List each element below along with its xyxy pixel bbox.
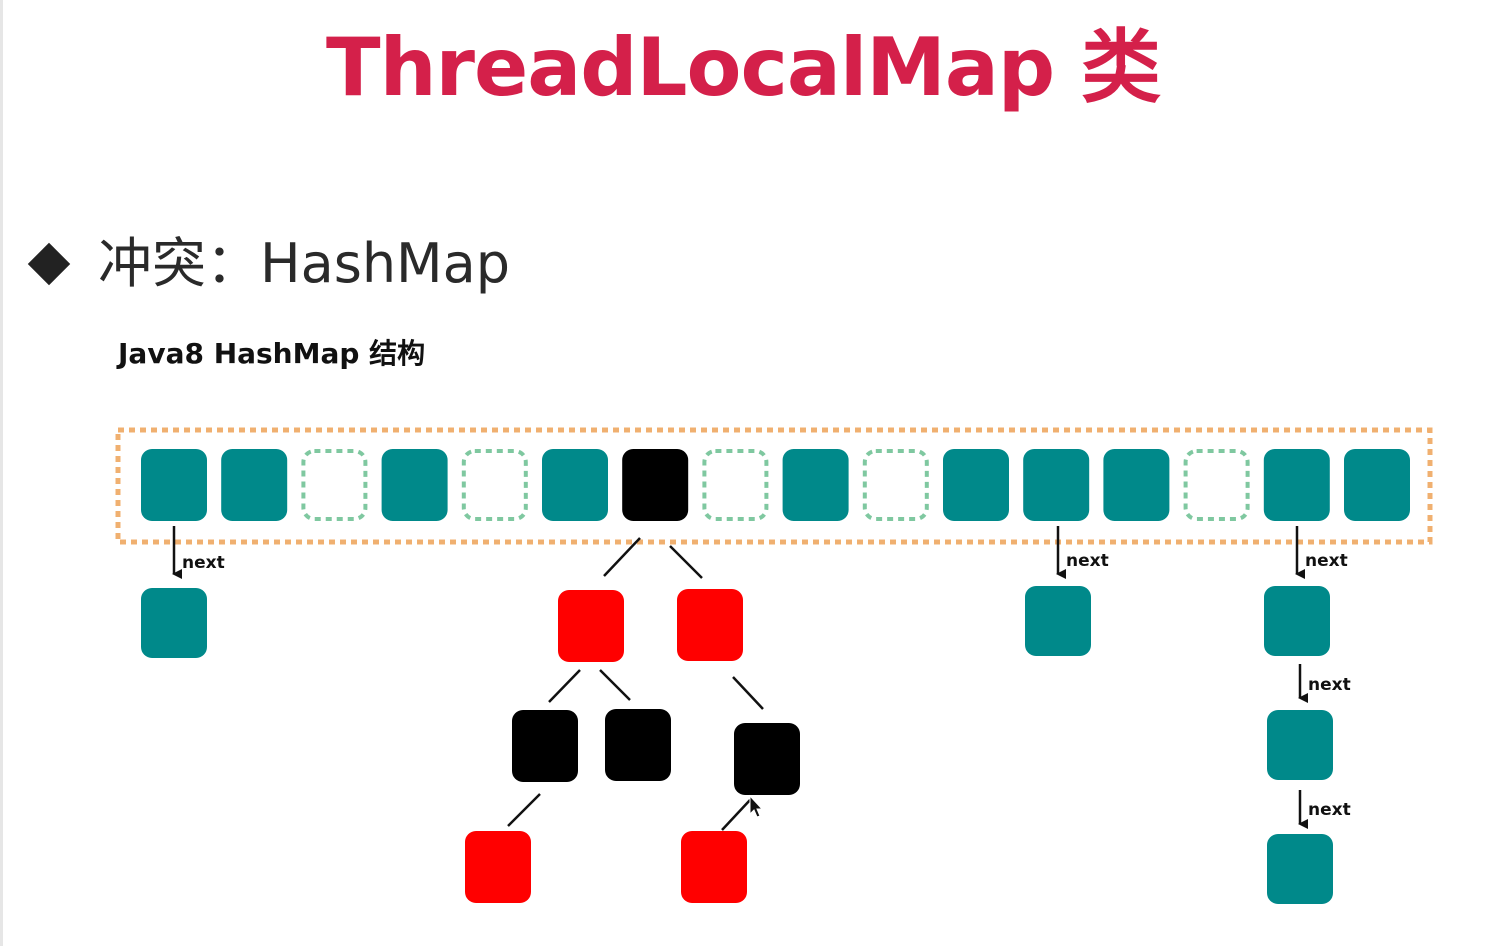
bucket-array	[141, 449, 1410, 521]
next-label: next	[1066, 551, 1109, 571]
bucket-empty	[461, 449, 528, 521]
tree-edge	[599, 669, 631, 701]
tree-edge	[721, 799, 751, 831]
bucket-tree-root	[622, 449, 689, 521]
next-label: next	[1308, 800, 1351, 820]
bucket-filled	[221, 449, 288, 521]
bucket-filled	[1263, 449, 1330, 521]
tree-node-red	[465, 831, 531, 903]
chain-node	[141, 588, 207, 658]
bucket-filled	[1103, 449, 1170, 521]
tree-edge	[548, 669, 581, 703]
bucket-filled	[782, 449, 849, 521]
bucket-filled	[381, 449, 448, 521]
chain-node	[1264, 586, 1330, 656]
next-label: next	[1305, 551, 1348, 571]
tree-node-black	[512, 710, 578, 782]
bucket-filled	[1023, 449, 1090, 521]
tree-node-red	[681, 831, 747, 903]
tree-node-black	[734, 723, 800, 795]
bucket-empty	[1183, 449, 1250, 521]
bucket-filled	[542, 449, 608, 521]
next-label: next	[1308, 675, 1351, 695]
mouse-cursor-icon	[749, 794, 764, 818]
tree-edge	[507, 793, 541, 827]
bucket-filled	[141, 449, 207, 521]
chain-node	[1025, 586, 1091, 656]
hashmap-structure-diagram: next next next next next	[115, 427, 1433, 904]
chain-bucket-14: next next next	[1264, 526, 1351, 904]
bucket-filled	[1344, 449, 1410, 521]
bucket-filled	[943, 449, 1009, 521]
chain-node	[1267, 710, 1333, 780]
tree-node-red	[558, 590, 624, 662]
chain-bucket-0: next	[141, 526, 225, 658]
chain-node	[1267, 834, 1333, 904]
tree-edge	[669, 545, 703, 579]
red-black-tree	[465, 537, 800, 903]
next-label: next	[182, 553, 225, 573]
tree-edge	[732, 676, 764, 710]
chain-bucket-11: next	[1025, 526, 1109, 656]
tree-node-black	[605, 709, 671, 781]
bucket-empty	[301, 449, 368, 521]
tree-node-red	[677, 589, 743, 661]
bucket-empty	[862, 449, 929, 521]
bucket-empty	[702, 449, 769, 521]
bucket-table-outline	[115, 427, 1433, 545]
